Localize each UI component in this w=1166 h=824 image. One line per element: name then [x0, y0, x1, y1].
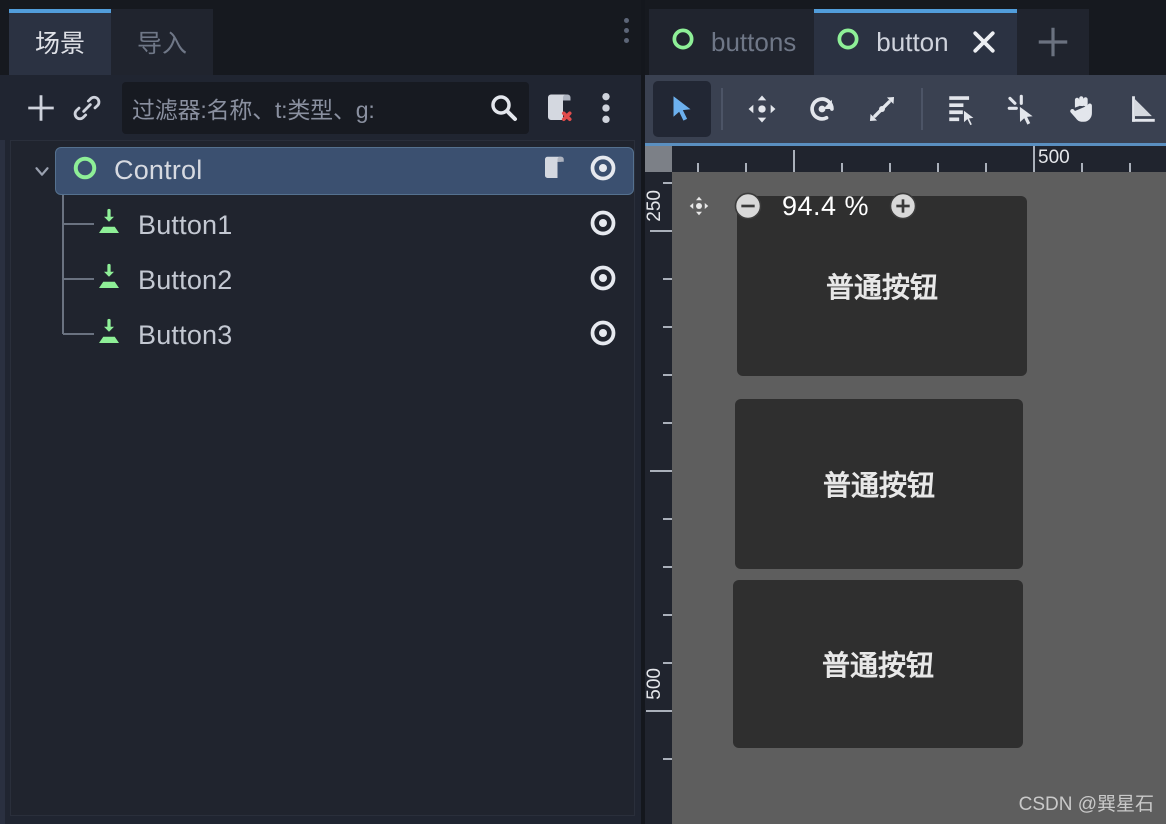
scene-node-icon: [834, 25, 862, 60]
vertical-dots-icon: [602, 92, 610, 123]
tree-item-control-label: Control: [114, 155, 203, 185]
button-node-icon: [94, 263, 124, 298]
ruler-corner: [644, 146, 672, 172]
tree-item-button2[interactable]: Button2: [11, 253, 634, 308]
tab-import-label: 导入: [137, 30, 188, 58]
control-node-icon: [70, 153, 100, 188]
horizontal-ruler: 500: [672, 146, 1166, 172]
ruler-v-label-250: 250: [644, 190, 665, 222]
tab-scene[interactable]: 场景: [9, 9, 112, 75]
canvas-button-3-label: 普通按钮: [821, 649, 934, 682]
canvas-button-1[interactable]: 普通按钮: [737, 196, 1027, 376]
scene-dock-panel: 场景 导入 过滤器:名称、t:类型、g: Control Button1 But…: [0, 0, 641, 824]
zoom-controls: 94.4 %: [684, 190, 919, 222]
scene-filter-input[interactable]: 过滤器:名称、t:类型、g:: [122, 81, 529, 134]
scene-tab-button-label: button: [876, 26, 949, 57]
instance-scene-button[interactable]: [64, 85, 110, 131]
scene-tab-buttons[interactable]: buttons: [649, 9, 815, 75]
remove-script-button[interactable]: [537, 85, 583, 131]
scale-tool-button[interactable]: [853, 81, 911, 137]
rotate-icon: [810, 97, 834, 121]
list-select-tool-button[interactable]: [933, 81, 991, 137]
visibility-eye-icon[interactable]: [588, 318, 618, 353]
ruler-icon: [1132, 96, 1155, 122]
rotate-tool-button[interactable]: [793, 81, 851, 137]
tree-item-button3-label: Button3: [138, 320, 233, 350]
link-icon: [73, 95, 101, 120]
plus-icon: [28, 94, 54, 121]
dock-menu-icon[interactable]: [624, 18, 629, 43]
watermark-text: CSDN @巽星石: [1018, 794, 1154, 815]
zoom-level-value[interactable]: 94.4 %: [782, 191, 869, 222]
pan-tool-button[interactable]: [1053, 81, 1111, 137]
scene-tab-buttons-label: buttons: [711, 26, 797, 57]
tab-import[interactable]: 导入: [111, 9, 214, 75]
list-select-icon: [949, 96, 977, 126]
ruler-h-label-500: 500: [1038, 147, 1070, 168]
tree-item-control[interactable]: Control: [11, 143, 634, 198]
zoom-in-button[interactable]: [887, 190, 919, 222]
pivot-tool-button[interactable]: [993, 81, 1051, 137]
canvas-button-3[interactable]: 普通按钮: [733, 580, 1023, 748]
panel-divider[interactable]: [641, 0, 645, 824]
tree-item-button1-label: Button1: [138, 210, 233, 240]
editor-main-panel: buttons button 500 250 500 94.4 % 普通按钮 普…: [641, 0, 1166, 824]
visibility-eye-icon[interactable]: [588, 208, 618, 243]
canvas-button-2-label: 普通按钮: [822, 469, 935, 502]
add-node-button[interactable]: [18, 85, 64, 131]
godot-editor-window: 场景 导入 过滤器:名称、t:类型、g: Control Button1 But…: [0, 0, 1166, 824]
scene-tree[interactable]: Control Button1 Button2 Button3: [10, 140, 635, 816]
canvas-workspace[interactable]: 94.4 % 普通按钮 普通按钮 普通按钮 CSDN @巽星石: [672, 172, 1166, 824]
ruler-v-label-500: 500: [644, 668, 665, 700]
pivot-icon: [1007, 94, 1033, 125]
plus-icon: [1038, 27, 1067, 57]
script-icon[interactable]: [540, 153, 570, 188]
canvas-viewport[interactable]: 500 250 500 94.4 % 普通按钮 普通按钮 普通按钮 CSDN @…: [641, 143, 1166, 824]
scene-tab-button[interactable]: button: [814, 9, 1017, 75]
script-remove-icon: [548, 94, 572, 121]
move-tool-button[interactable]: [733, 81, 791, 137]
canvas-button-1-label: 普通按钮: [825, 271, 938, 304]
vertical-ruler: 250 500: [644, 172, 672, 824]
canvas-item-toolbar: [641, 75, 1166, 143]
select-tool-button[interactable]: [653, 81, 711, 137]
plus-circle-icon: [889, 192, 917, 220]
close-icon[interactable]: [969, 27, 999, 57]
scale-icon: [869, 96, 895, 122]
tree-item-button3[interactable]: Button3: [11, 308, 634, 363]
ruler-tool-button[interactable]: [1113, 81, 1166, 137]
toolbar-separator: [721, 88, 723, 130]
button-node-icon: [94, 208, 124, 243]
tree-item-button2-label: Button2: [138, 265, 233, 295]
tab-scene-label: 场景: [35, 30, 86, 58]
button-node-icon: [94, 318, 124, 353]
tree-item-button1[interactable]: Button1: [11, 198, 634, 253]
zoom-fit-icon[interactable]: [684, 191, 714, 221]
scene-tree-options-button[interactable]: [583, 85, 629, 131]
add-scene-tab-button[interactable]: [1016, 9, 1089, 75]
chevron-down-icon[interactable]: [29, 160, 55, 182]
scene-dock-toolbar: 过滤器:名称、t:类型、g:: [0, 75, 641, 140]
search-icon: [487, 91, 519, 128]
minus-circle-icon: [734, 192, 762, 220]
visibility-eye-icon[interactable]: [588, 263, 618, 298]
canvas-button-2[interactable]: 普通按钮: [735, 399, 1023, 569]
dock-tabbar: 场景 导入: [0, 0, 641, 75]
scene-filter-placeholder: 过滤器:名称、t:类型、g:: [132, 96, 375, 123]
scene-tabbar: buttons button: [641, 0, 1166, 75]
cursor-arrow-icon: [673, 96, 691, 121]
zoom-out-button[interactable]: [732, 190, 764, 222]
hand-icon: [1070, 96, 1092, 122]
move-icon: [748, 95, 776, 123]
visibility-eye-icon[interactable]: [588, 153, 618, 188]
toolbar-separator: [921, 88, 923, 130]
scene-node-icon: [669, 25, 697, 60]
